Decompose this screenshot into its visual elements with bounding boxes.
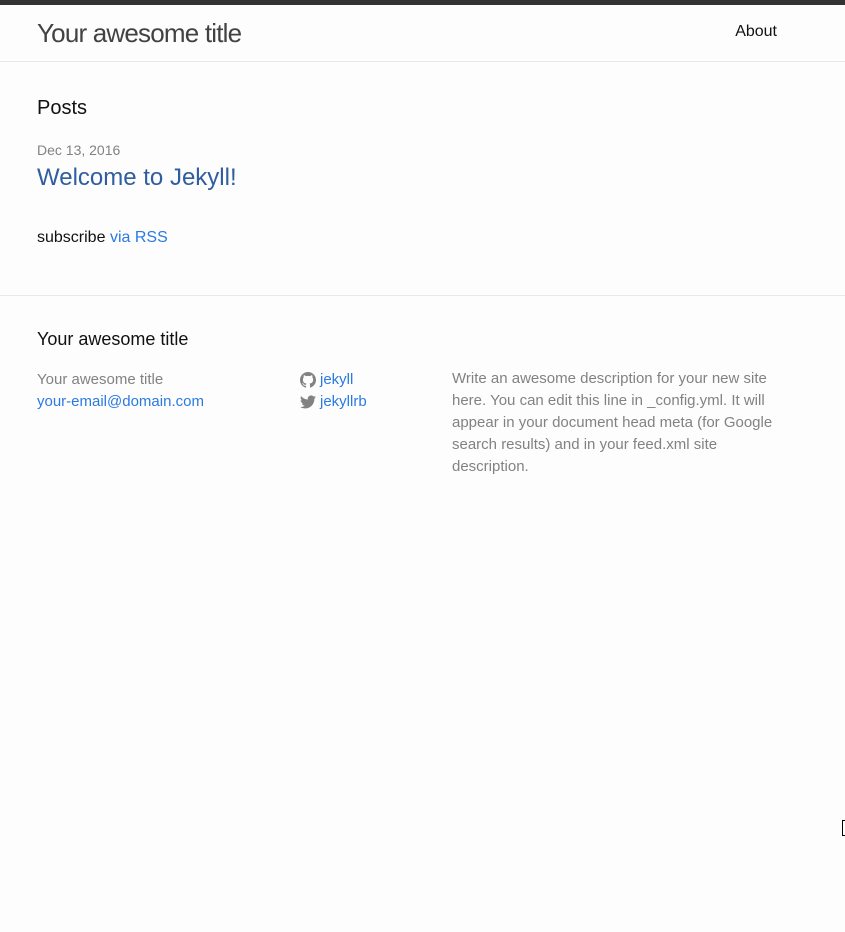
twitter-link[interactable]: jekyllrb (320, 391, 367, 413)
post-date: Dec 13, 2016 (37, 142, 121, 158)
footer-description: Write an awesome description for your ne… (452, 370, 773, 475)
nav-link-about[interactable]: About (735, 22, 777, 42)
rss-link[interactable]: via RSS (110, 229, 168, 246)
footer-site-name: Your awesome title (37, 371, 164, 388)
social-item-twitter: jekyllrb (300, 391, 367, 413)
page-content: Posts Dec 13, 2016 Welcome to Jekyll! su… (0, 62, 845, 296)
twitter-icon (300, 395, 316, 409)
site-header: Your awesome title About (0, 0, 845, 62)
footer-heading: Your awesome title (37, 329, 189, 349)
footer-email-link[interactable]: your-email@domain.com (37, 391, 204, 413)
github-icon (300, 372, 316, 388)
page-heading: Posts (37, 97, 88, 119)
site-title-link[interactable]: Your awesome title (37, 17, 242, 49)
github-link[interactable]: jekyll (320, 369, 353, 391)
footer-social-list: jekyll jekyllrb (300, 369, 367, 413)
rss-prefix: subscribe (37, 229, 106, 246)
footer-contact-list: Your awesome title your-email@domain.com (37, 369, 204, 413)
rss-subscribe: subscribe via RSS (37, 228, 168, 248)
post-link[interactable]: Welcome to Jekyll! (37, 163, 237, 193)
social-item-github: jekyll (300, 369, 367, 391)
